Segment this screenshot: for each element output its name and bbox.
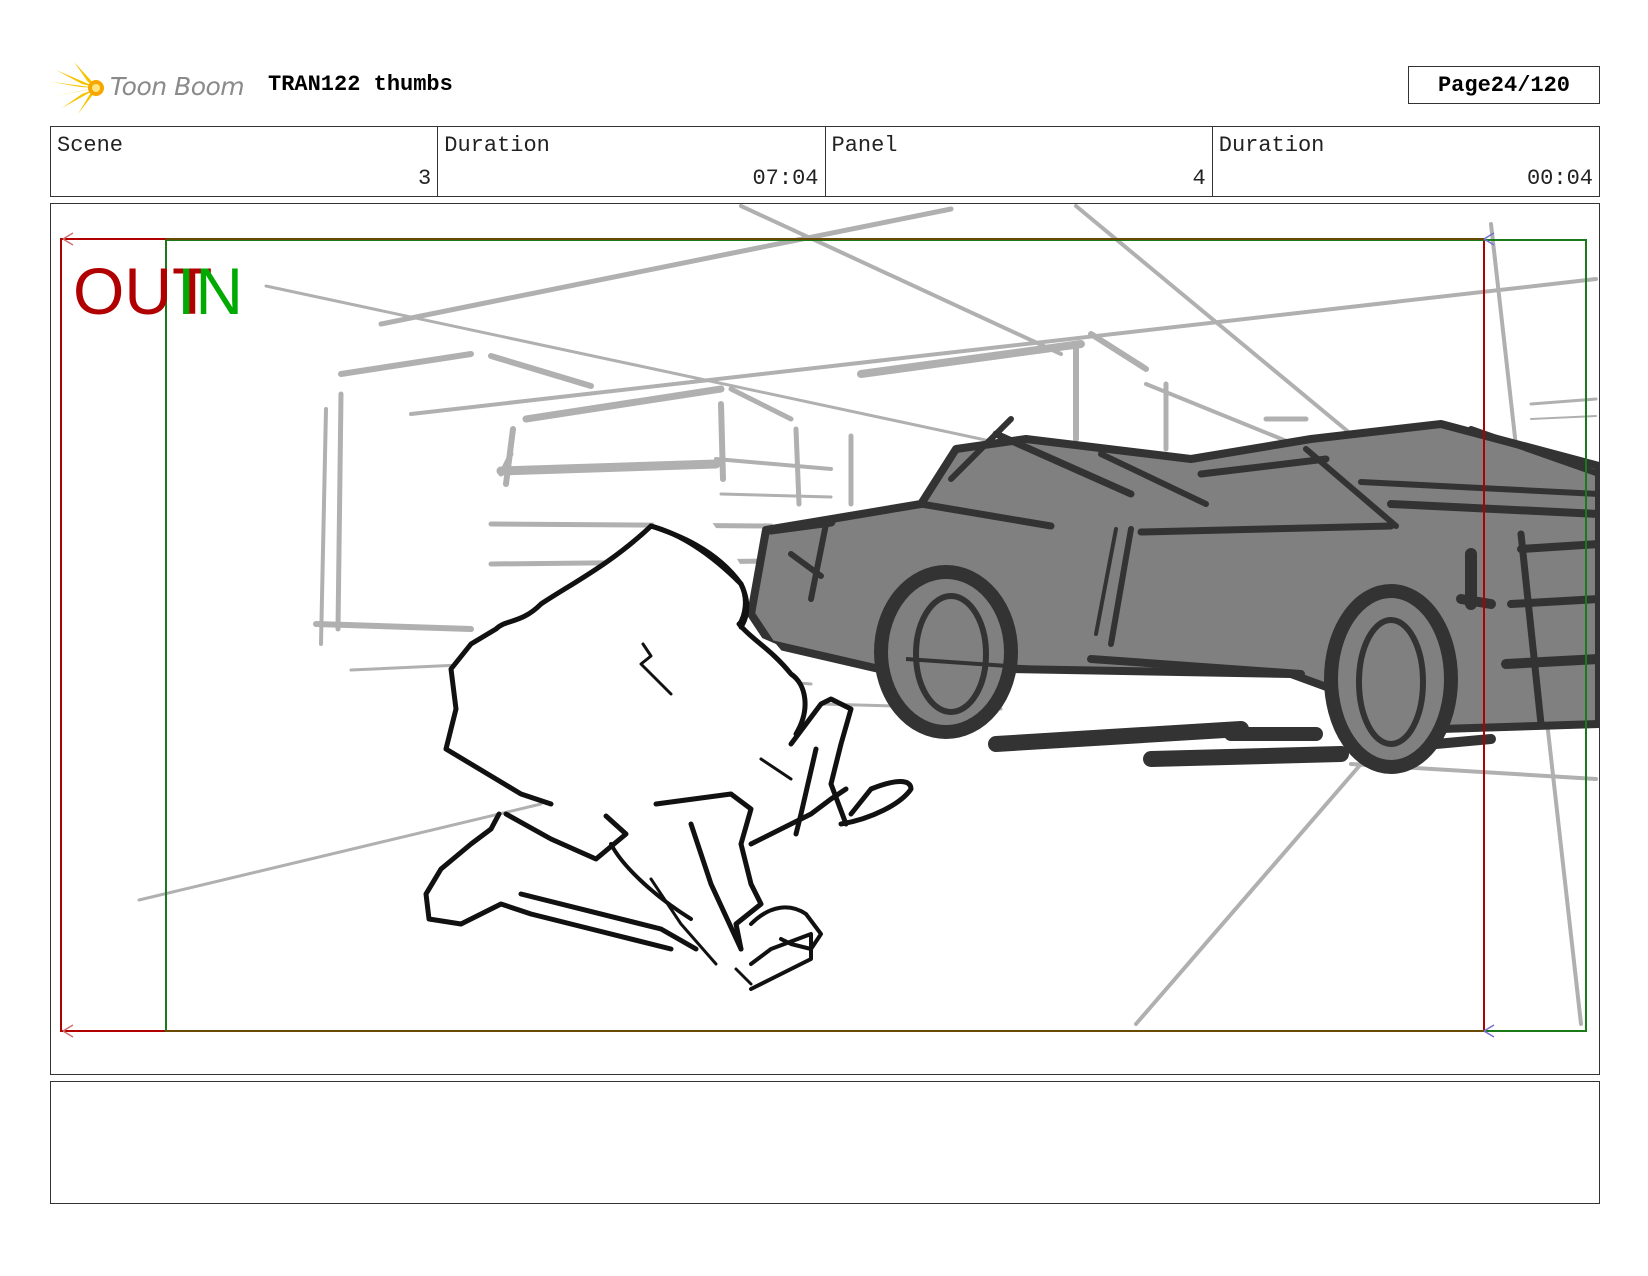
panel-duration-label: Duration <box>1218 133 1325 158</box>
starburst-icon <box>52 62 104 114</box>
logo-text: Toon Boom <box>110 72 245 101</box>
in-marker: IN <box>177 254 243 328</box>
document-title: TRAN122 thumbs <box>268 72 453 97</box>
toon-boom-logo: Toon Boom <box>52 60 245 116</box>
scene-label: Scene <box>57 133 124 158</box>
panel-sketch: OUT IN <box>60 204 1599 1038</box>
panel-notes-box <box>50 1081 1600 1204</box>
car-sketch <box>747 416 1599 774</box>
scene-value: 3 <box>418 166 432 191</box>
panel-label: Panel <box>831 133 898 158</box>
panel-value: 4 <box>1192 166 1206 191</box>
page-number: 24/120 <box>1490 72 1571 98</box>
panel-duration-cell: Duration 00:04 <box>1213 127 1599 196</box>
scene-duration-value: 07:04 <box>752 166 819 191</box>
scene-duration-label: Duration <box>444 133 550 158</box>
scene-duration-cell: Duration 07:04 <box>438 127 826 196</box>
panel-duration-value: 00:04 <box>1526 166 1593 191</box>
page-indicator: Page 24/120 <box>1408 66 1600 104</box>
storyboard-panel: OUT IN <box>50 203 1600 1075</box>
scene-info-table: Scene 3 Duration 07:04 Panel 4 Duration … <box>50 126 1600 197</box>
page-header: Toon Boom TRAN122 thumbs Page 24/120 <box>50 58 1600 118</box>
scene-cell: Scene 3 <box>51 127 439 196</box>
panel-cell: Panel 4 <box>826 127 1213 196</box>
page-label: Page <box>1437 72 1491 98</box>
